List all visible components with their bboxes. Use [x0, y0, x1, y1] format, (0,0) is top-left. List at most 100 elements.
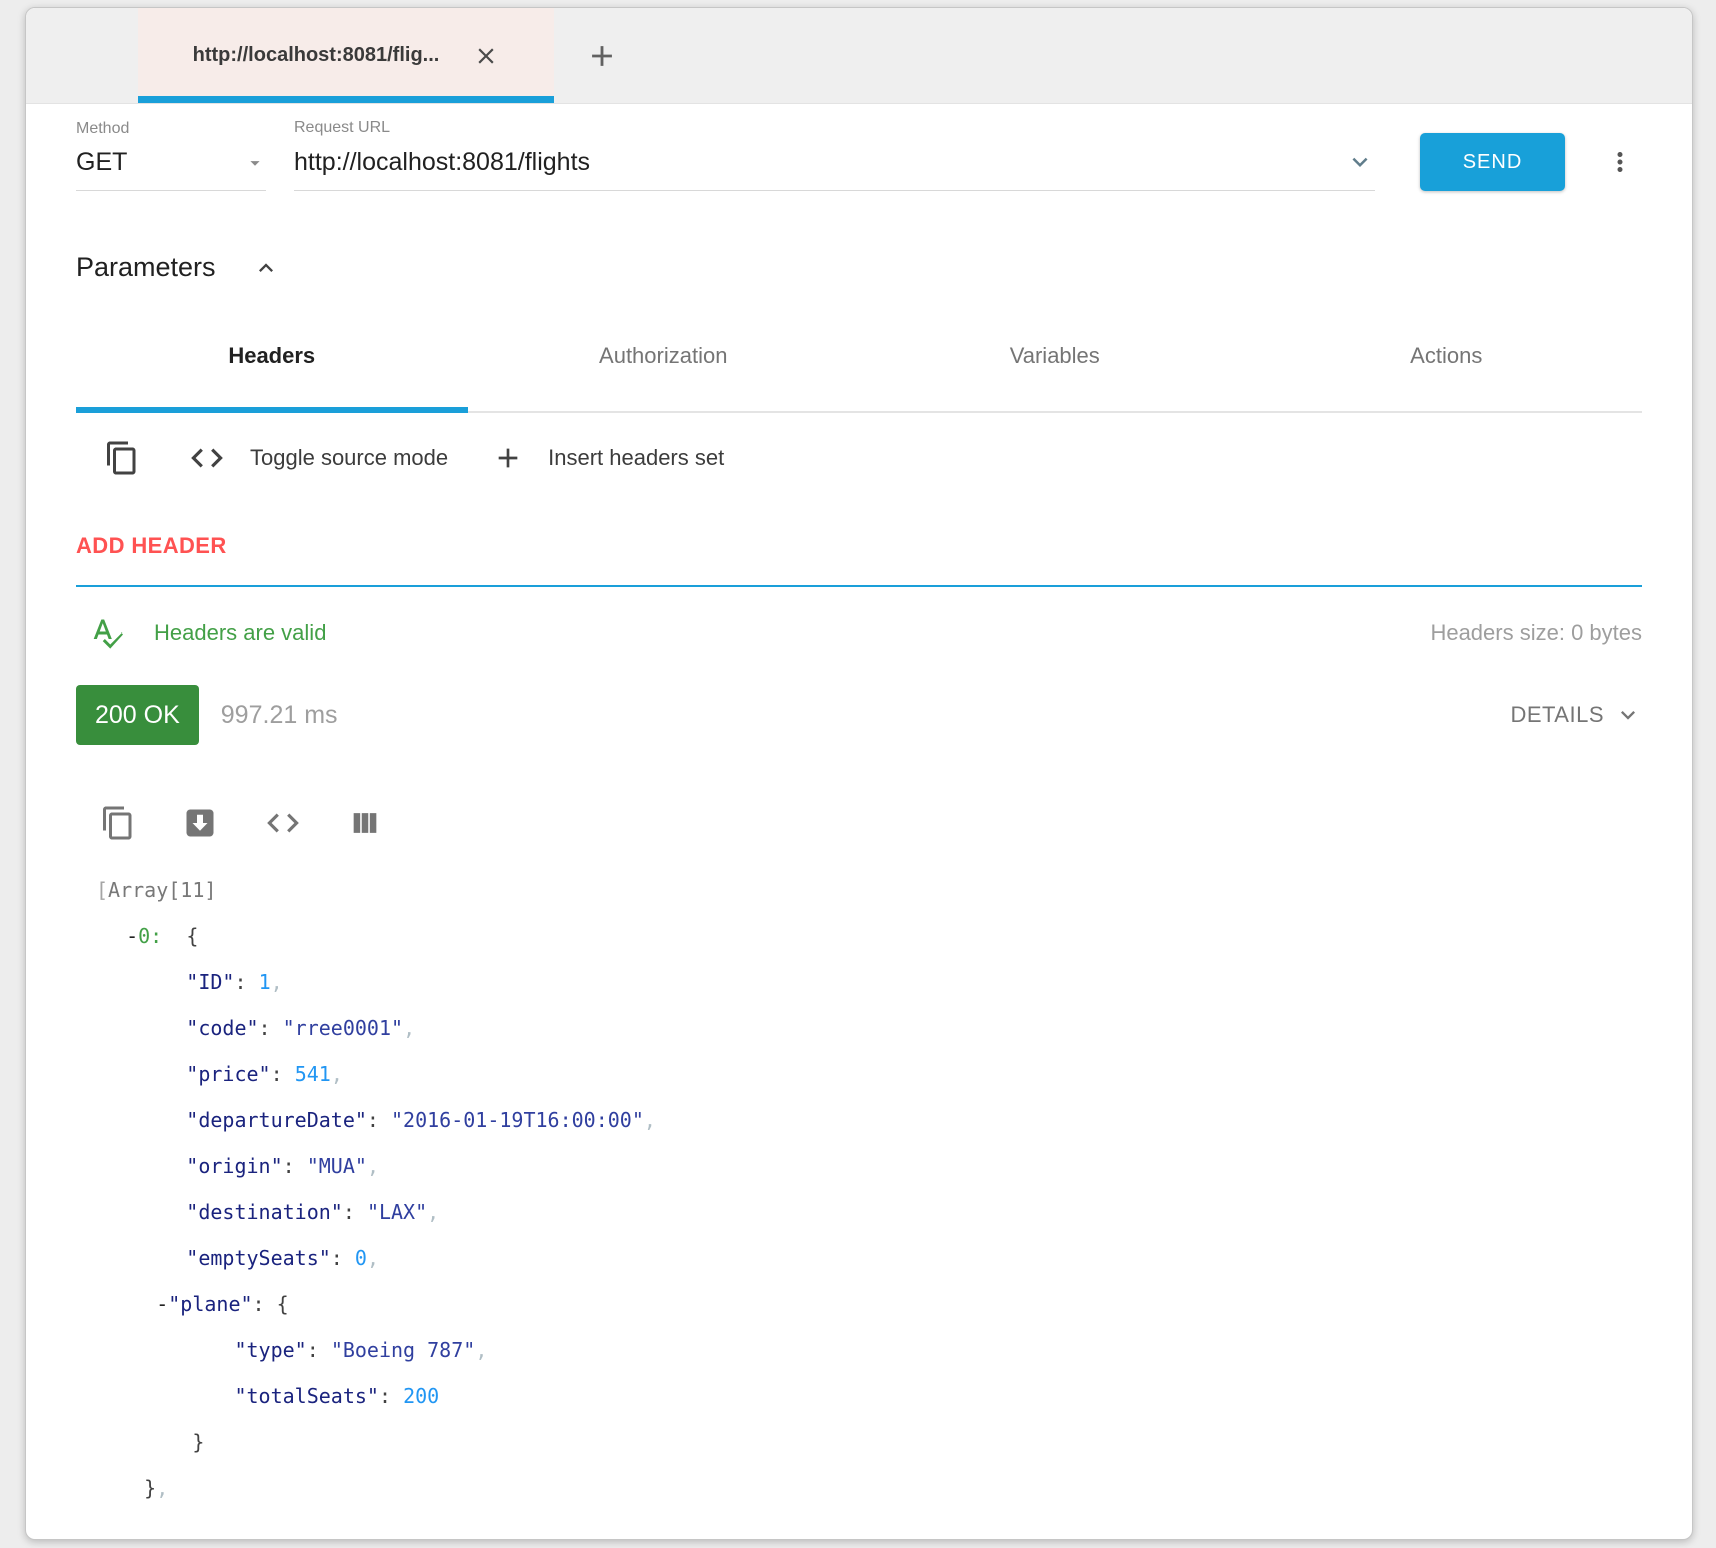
collapse-toggle[interactable]: - — [156, 1292, 168, 1316]
response-source-button[interactable] — [264, 804, 302, 842]
tab-authorization[interactable]: Authorization — [468, 301, 860, 411]
json-token-key: "totalSeats" — [234, 1384, 379, 1408]
json-token-index: 0: — [138, 924, 162, 948]
json-line: "emptySeats": 0, — [96, 1235, 1642, 1281]
url-field[interactable]: Request URL http://localhost:8081/flight… — [294, 119, 1375, 191]
active-parameters-tab-indicator — [76, 407, 468, 413]
json-token-comma: , — [331, 1062, 343, 1086]
json-token-punct: : — [367, 1108, 391, 1132]
details-label: DETAILS — [1510, 702, 1604, 728]
parameters-tabs: Headers Authorization Variables Actions — [76, 301, 1642, 413]
copy-headers-button[interactable] — [104, 440, 140, 476]
headers-size-text: Headers size: 0 bytes — [1430, 620, 1642, 646]
copy-response-button[interactable] — [100, 805, 136, 841]
json-token-string: "MUA" — [307, 1154, 367, 1178]
json-token-punct: : — [259, 1016, 283, 1040]
json-token-punct: : — [331, 1246, 355, 1270]
save-response-button[interactable] — [182, 805, 218, 841]
response-status-row: 200 OK 997.21 ms DETAILS — [76, 683, 1642, 747]
close-tab-icon[interactable] — [473, 43, 499, 69]
json-token-key: "departureDate" — [186, 1108, 367, 1132]
kebab-icon — [1605, 147, 1635, 177]
method-label: Method — [76, 120, 266, 138]
json-line: "type": "Boeing 787", — [96, 1327, 1642, 1373]
insert-headers-set-label[interactable]: Insert headers set — [548, 445, 724, 471]
json-token-number: 541 — [295, 1062, 331, 1086]
json-token-string: "rree0001" — [283, 1016, 403, 1040]
add-header-button[interactable]: ADD HEADER — [76, 533, 227, 559]
insert-headers-set-button[interactable] — [492, 442, 524, 474]
method-select[interactable]: Method GET — [76, 120, 266, 191]
request-editor: Method GET Request URL http://localhost:… — [76, 119, 1642, 191]
json-token-punct: : — [234, 970, 258, 994]
parameters-section-header: Parameters — [76, 252, 1642, 283]
json-token-comma: , — [403, 1016, 415, 1040]
url-value[interactable]: http://localhost:8081/flights — [294, 148, 590, 177]
headers-valid-message: Headers are valid — [154, 620, 326, 646]
status-badge: 200 OK — [76, 685, 199, 745]
new-tab-button[interactable] — [574, 8, 630, 103]
json-token-string: "Boeing 787" — [331, 1338, 476, 1362]
details-button[interactable]: DETAILS — [1510, 701, 1642, 729]
json-token-comma: , — [271, 970, 283, 994]
request-tab[interactable]: http://localhost:8081/flig... — [138, 8, 554, 103]
method-dropdown-icon[interactable] — [244, 152, 266, 174]
json-token-punct: } — [192, 1430, 204, 1454]
method-value: GET — [76, 148, 127, 177]
collapse-toggle[interactable]: - — [126, 924, 138, 948]
json-line: "origin": "MUA", — [96, 1143, 1642, 1189]
json-token-number: 0 — [355, 1246, 367, 1270]
headers-toolbar: Toggle source mode Insert headers set — [76, 427, 1642, 489]
send-button[interactable]: SEND — [1420, 133, 1565, 191]
json-line: "price": 541, — [96, 1051, 1642, 1097]
json-token-punct: : — [379, 1384, 403, 1408]
app-window: http://localhost:8081/flig... Method GET… — [25, 7, 1693, 1540]
json-token-number: 1 — [259, 970, 271, 994]
json-line: "destination": "LAX", — [96, 1189, 1642, 1235]
tab-variables[interactable]: Variables — [859, 301, 1251, 411]
parameters-title: Parameters — [76, 252, 216, 283]
request-tab-title: http://localhost:8081/flig... — [193, 44, 440, 67]
tab-headers[interactable]: Headers — [76, 301, 468, 411]
json-token-comma: , — [367, 1246, 379, 1270]
json-token-punct: { — [162, 924, 198, 948]
json-token-string: "2016-01-19T16:00:00" — [391, 1108, 644, 1132]
url-expand-icon[interactable] — [1345, 147, 1375, 177]
tab-authorization-label: Authorization — [599, 343, 727, 369]
code-icon — [188, 439, 226, 477]
json-token-key: "price" — [186, 1062, 270, 1086]
active-tab-indicator — [138, 96, 554, 103]
chevron-up-icon — [252, 254, 280, 282]
parameters-collapse-button[interactable] — [252, 254, 280, 282]
json-token-number: 200 — [403, 1384, 439, 1408]
json-token-key: "origin" — [186, 1154, 282, 1178]
json-line: }, — [96, 1465, 1642, 1511]
json-token-comma: , — [475, 1338, 487, 1362]
chevron-down-icon — [1614, 701, 1642, 729]
json-token-punct: : — [283, 1154, 307, 1178]
spellcheck-icon — [90, 615, 126, 651]
copy-icon — [104, 440, 140, 476]
json-line: -0: { — [96, 913, 1642, 959]
json-token-comma: , — [367, 1154, 379, 1178]
json-token-key: "plane" — [168, 1292, 252, 1316]
tab-actions[interactable]: Actions — [1251, 301, 1643, 411]
json-token-punct: : — [307, 1338, 331, 1362]
url-label: Request URL — [294, 119, 1375, 137]
json-token-punct: : — [343, 1200, 367, 1224]
more-options-button[interactable] — [1598, 137, 1642, 187]
download-box-icon — [182, 805, 218, 841]
code-icon — [264, 804, 302, 842]
toggle-source-mode-label[interactable]: Toggle source mode — [250, 445, 448, 471]
json-token-bracket: [ — [96, 878, 108, 902]
json-line: "code": "rree0001", — [96, 1005, 1642, 1051]
json-line: "departureDate": "2016-01-19T16:00:00", — [96, 1097, 1642, 1143]
json-token-punct: : { — [253, 1292, 289, 1316]
json-token-comma: , — [427, 1200, 439, 1224]
tab-bar: http://localhost:8081/flig... — [26, 8, 1692, 104]
loading-time: 997.21 ms — [221, 701, 338, 730]
toggle-source-mode-button[interactable] — [188, 439, 226, 477]
json-line: "totalSeats": 200 — [96, 1373, 1642, 1419]
json-line: [Array[11] — [96, 867, 1642, 913]
response-table-button[interactable] — [348, 806, 382, 840]
